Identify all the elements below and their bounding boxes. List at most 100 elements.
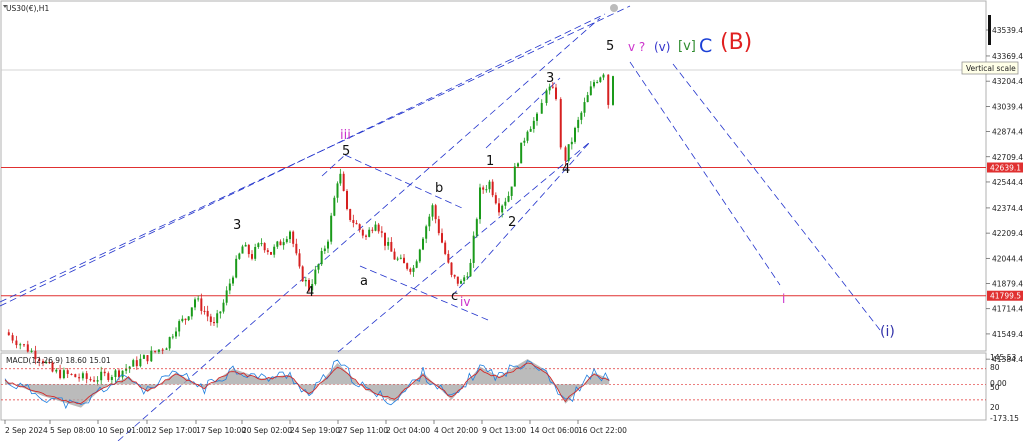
wave-label: 5	[606, 39, 614, 54]
candle-body	[548, 86, 551, 91]
candle-body	[96, 380, 99, 382]
candle-body	[488, 181, 491, 190]
candle-body	[171, 336, 174, 338]
candle-body	[580, 112, 583, 120]
candle-body	[491, 181, 494, 196]
candle-body	[406, 263, 409, 269]
time-label: 4 Oct 20:00	[434, 426, 478, 435]
candle-body	[384, 232, 386, 246]
candle-body	[118, 370, 120, 378]
candle-body	[368, 229, 371, 237]
candle-body	[460, 281, 462, 284]
candle-body	[298, 253, 301, 267]
candle-body	[596, 82, 599, 84]
candle-body	[333, 197, 336, 216]
candle-body	[279, 241, 282, 246]
candle-body	[342, 173, 345, 191]
time-label: 2 Oct 04:00	[386, 426, 430, 435]
price-tick-label: 43539.4	[992, 26, 1023, 35]
candle-body	[263, 243, 266, 251]
candle-body	[222, 302, 225, 312]
candle-body	[184, 318, 187, 321]
time-label: 24 Sep 19:00	[290, 426, 340, 435]
scale-handle[interactable]	[988, 15, 991, 45]
candle-body	[304, 280, 307, 282]
candle-body	[466, 276, 469, 278]
candle-body	[494, 195, 497, 204]
candle-body	[225, 290, 228, 303]
candle-body	[139, 358, 142, 367]
candle-body	[121, 370, 124, 378]
candle-body	[7, 332, 10, 336]
candle-body	[501, 205, 504, 213]
price-tick-label: 41549.4	[992, 330, 1023, 339]
price-tick-label: 43204.4	[992, 77, 1023, 86]
candle-body	[507, 195, 510, 202]
anchor-point[interactable]	[610, 4, 618, 12]
price-tick-label: 42209.4	[992, 229, 1023, 238]
wave-label: a	[360, 274, 368, 289]
price-tick-label: 42544.4	[992, 178, 1023, 187]
candle-body	[428, 216, 431, 227]
candle-body	[247, 244, 250, 255]
candle-body	[498, 203, 500, 213]
wave-label: iv	[460, 295, 470, 309]
price-chart[interactable]: iii534abc iv12345 v ? (v) [v] C (B)i(i) 42639.…	[0, 0, 1024, 441]
candle-body	[415, 261, 418, 268]
candle-body	[276, 241, 279, 247]
candle-body	[418, 249, 421, 262]
candle-body	[197, 298, 200, 300]
candle-body	[390, 242, 393, 252]
candle-body	[437, 219, 440, 234]
vertical-scale-tooltip-text: Vertical scale	[966, 64, 1016, 73]
price-tick-label: 41714.4	[992, 305, 1023, 314]
candle-body	[380, 231, 383, 233]
candle-body	[365, 235, 367, 237]
macd-label: MACD(12,26,9) 18.60 15.01	[6, 356, 111, 365]
candle-body	[26, 344, 29, 352]
price-tick-label: 41879.4	[992, 280, 1023, 289]
wave-label: 2	[508, 215, 516, 230]
candle-body	[599, 77, 602, 83]
candle-body	[577, 119, 580, 128]
candle-body	[89, 378, 92, 381]
candle-body	[142, 355, 145, 359]
wave-label: (v)	[654, 40, 670, 54]
candle-body	[135, 360, 138, 367]
candle-body	[374, 224, 377, 231]
candle-body	[589, 86, 592, 96]
candle-body	[361, 229, 364, 236]
candle-body	[244, 244, 247, 247]
candle-body	[469, 262, 472, 277]
candle-body	[85, 373, 88, 379]
candle-body	[270, 251, 272, 255]
candle-body	[393, 251, 396, 260]
candle-body	[146, 355, 149, 362]
candle-body	[564, 147, 567, 161]
candle-body	[285, 239, 288, 243]
candle-body	[510, 186, 513, 196]
price-tag-label: 42639.1	[990, 164, 1021, 173]
candle-body	[602, 74, 605, 78]
candle-body	[540, 102, 543, 114]
candle-body	[200, 298, 203, 311]
candle-body	[93, 380, 96, 382]
time-label: 12 Sep 17:00	[147, 426, 197, 435]
time-label: 17 Sep 10:00	[196, 426, 246, 435]
candle-body	[157, 349, 160, 352]
candle-body	[216, 313, 219, 324]
candle-body	[412, 267, 415, 272]
candle-body	[482, 187, 485, 190]
candle-body	[15, 340, 18, 346]
price-axis: 42639.1 41799.5 43539.4 43369.4 43204.4 43039…	[986, 26, 1023, 364]
candle-body	[475, 219, 478, 236]
candle-body	[545, 90, 548, 103]
candle-body	[463, 277, 466, 282]
candle-body	[282, 242, 285, 246]
candle-body	[396, 258, 399, 260]
candle-body	[607, 74, 610, 105]
candle-body	[327, 241, 329, 249]
candle-body	[555, 87, 557, 100]
wave-label: b	[435, 181, 443, 196]
candle-body	[266, 250, 269, 252]
